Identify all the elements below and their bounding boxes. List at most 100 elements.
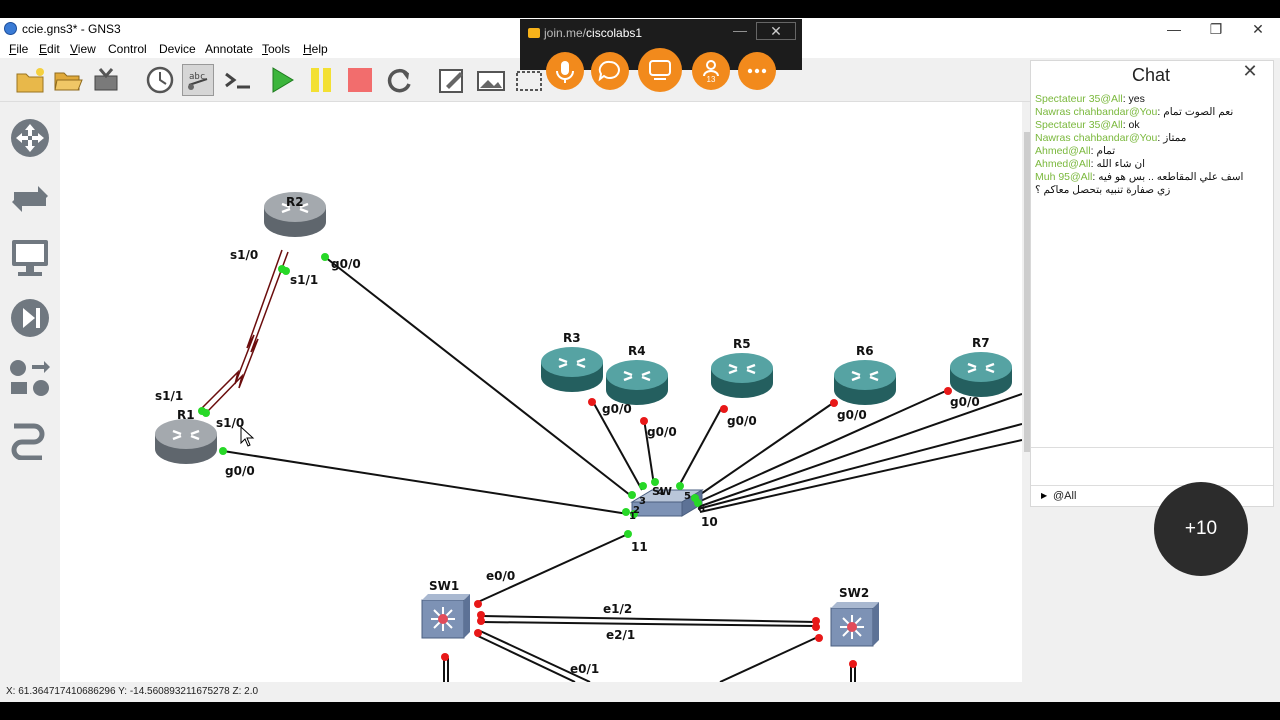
topology-svg	[155, 192, 1022, 682]
chat-sender: Ahmed@All	[1035, 145, 1091, 157]
joinme-minimize-button[interactable]: —	[730, 22, 750, 40]
menu-control[interactable]: Control	[108, 42, 147, 56]
topology-canvas[interactable]: R2 R1 R3 R4 R5 R6 R7 SW SW1 SW2 s1/0 s1/…	[60, 102, 1022, 682]
gns3-app-icon	[4, 22, 17, 35]
add-note-icon[interactable]	[436, 64, 468, 96]
restore-button[interactable]: ❐	[1194, 18, 1238, 40]
joinme-close-button[interactable]: ✕	[756, 22, 796, 40]
link-sw-sw1	[477, 533, 629, 603]
menu-view[interactable]: View	[70, 42, 96, 56]
chat-close-icon[interactable]: ✕	[1239, 61, 1261, 83]
menu-annotate[interactable]: Annotate	[205, 42, 253, 56]
link-offscreen-2	[697, 423, 1022, 510]
port-label-r2-s1-1: s1/1	[290, 273, 319, 287]
all-devices-icon[interactable]	[8, 356, 52, 400]
chat-sender: Ahmed@All	[1035, 158, 1091, 170]
chat-message-input[interactable]	[1031, 448, 1273, 484]
microphone-icon[interactable]	[546, 52, 584, 90]
screen-share-icon[interactable]	[638, 48, 682, 92]
link-sw1-sw2-b	[481, 621, 817, 627]
open-project-icon[interactable]	[52, 64, 84, 96]
show-interface-labels-icon[interactable]: abc	[182, 64, 214, 96]
port-label-r3-g0-0: g0/0	[602, 402, 632, 416]
save-project-icon[interactable]	[90, 64, 122, 96]
joinme-logo-icon	[528, 28, 540, 38]
link-r1-sw	[222, 450, 629, 515]
routers-icon[interactable]	[8, 116, 52, 160]
link-sw2-down	[719, 635, 821, 682]
menu-help[interactable]: Help	[303, 42, 328, 56]
more-icon[interactable]	[738, 52, 776, 90]
chat-text: : نعم الصوت تمام	[1157, 106, 1234, 118]
node-label-sw2[interactable]: SW2	[839, 586, 869, 600]
port-label-sw-5: 5	[684, 491, 691, 502]
router-r5	[711, 353, 773, 398]
stop-all-icon[interactable]	[344, 64, 376, 96]
link-r7-sw	[695, 389, 949, 504]
reload-all-icon[interactable]	[383, 64, 415, 96]
menu-edit[interactable]: Edit	[39, 42, 60, 56]
add-link-icon[interactable]	[8, 416, 52, 461]
link-r5-sw	[679, 406, 723, 485]
port-label-r7-g0-0: g0/0	[950, 395, 980, 409]
more-participants-badge[interactable]: +10	[1154, 482, 1248, 576]
status-bar: X: 61.364717410686296 Y: -14.56089321167…	[0, 684, 1280, 702]
port-label-r1-s1-0: s1/0	[216, 416, 245, 430]
node-label-r4[interactable]: R4	[628, 344, 646, 358]
chat-message: Ahmed@All: تمام	[1035, 145, 1271, 158]
minimize-button[interactable]: —	[1152, 18, 1196, 40]
participants-icon[interactable]: 13	[692, 52, 730, 90]
node-label-r2[interactable]: R2	[286, 195, 304, 209]
insert-picture-icon[interactable]	[475, 64, 507, 96]
joinme-control-bar: join.me/ciscolabs1 — ✕ 13	[520, 19, 802, 92]
recipient-expand-icon[interactable]: ▶	[1041, 491, 1047, 500]
chat-title: Chat	[1131, 65, 1171, 85]
start-all-icon[interactable]	[266, 64, 298, 96]
device-side-panel	[0, 102, 60, 692]
port-label-r1-s1-1: s1/1	[155, 389, 184, 403]
node-label-r7[interactable]: R7	[972, 336, 990, 350]
chat-text: زي صفارة تنبيه بتحصل معاكم ؟	[1035, 184, 1171, 196]
joinme-meeting-url[interactable]: join.me/ciscolabs1	[544, 26, 642, 40]
chat-message: Nawras chahbandar@You: ممتاز	[1035, 132, 1271, 145]
router-r7	[950, 352, 1012, 397]
switches-icon[interactable]	[8, 176, 52, 220]
close-button[interactable]: ✕	[1236, 18, 1280, 40]
node-label-r1[interactable]: R1	[177, 408, 195, 422]
bottom-black-border	[0, 702, 1280, 720]
security-devices-icon[interactable]	[8, 296, 52, 340]
end-devices-icon[interactable]	[8, 236, 52, 280]
port-label-r2-g0-0: g0/0	[331, 257, 361, 271]
menu-help-rest: elp	[311, 42, 328, 56]
top-black-border	[0, 0, 1280, 18]
chat-bubble-icon[interactable]	[591, 52, 629, 90]
menu-device[interactable]: Device	[159, 42, 196, 56]
port-label-sw-3: 3	[639, 496, 646, 507]
suspend-all-icon[interactable]	[305, 64, 337, 96]
menu-edit-accel: E	[39, 42, 48, 56]
router-r4	[606, 360, 668, 405]
link-sw1-down-b	[477, 635, 576, 682]
joinme-room-name: ciscolabs1	[586, 26, 643, 40]
port-label-sw-10: 10	[701, 515, 718, 529]
port-label-sw1-e0-0: e0/0	[486, 569, 516, 583]
new-project-icon[interactable]	[14, 64, 46, 96]
menu-help-accel: H	[303, 42, 312, 56]
chat-message-list: Spectateur 35@All: yes Nawras chahbandar…	[1035, 93, 1271, 197]
node-label-sw1[interactable]: SW1	[429, 579, 459, 593]
port-label-r1-g0-0: g0/0	[225, 464, 255, 478]
menu-tools[interactable]: Tools	[262, 42, 290, 56]
node-label-r6[interactable]: R6	[856, 344, 874, 358]
port-label-r2-s1-0: s1/0	[230, 248, 259, 262]
port-label-r6-g0-0: g0/0	[837, 408, 867, 422]
snapshot-icon[interactable]	[144, 64, 176, 96]
link-sw1-sw2-a	[481, 615, 817, 623]
chat-message: Nawras chahbandar@You: نعم الصوت تمام	[1035, 106, 1271, 119]
node-label-r5[interactable]: R5	[733, 337, 751, 351]
router-r3	[541, 347, 603, 392]
console-icon[interactable]	[222, 64, 254, 96]
menu-view-accel: V	[70, 42, 78, 56]
node-label-r3[interactable]: R3	[563, 331, 581, 345]
port-label-sw-11: 11	[631, 540, 648, 554]
menu-file[interactable]: File	[9, 42, 28, 56]
